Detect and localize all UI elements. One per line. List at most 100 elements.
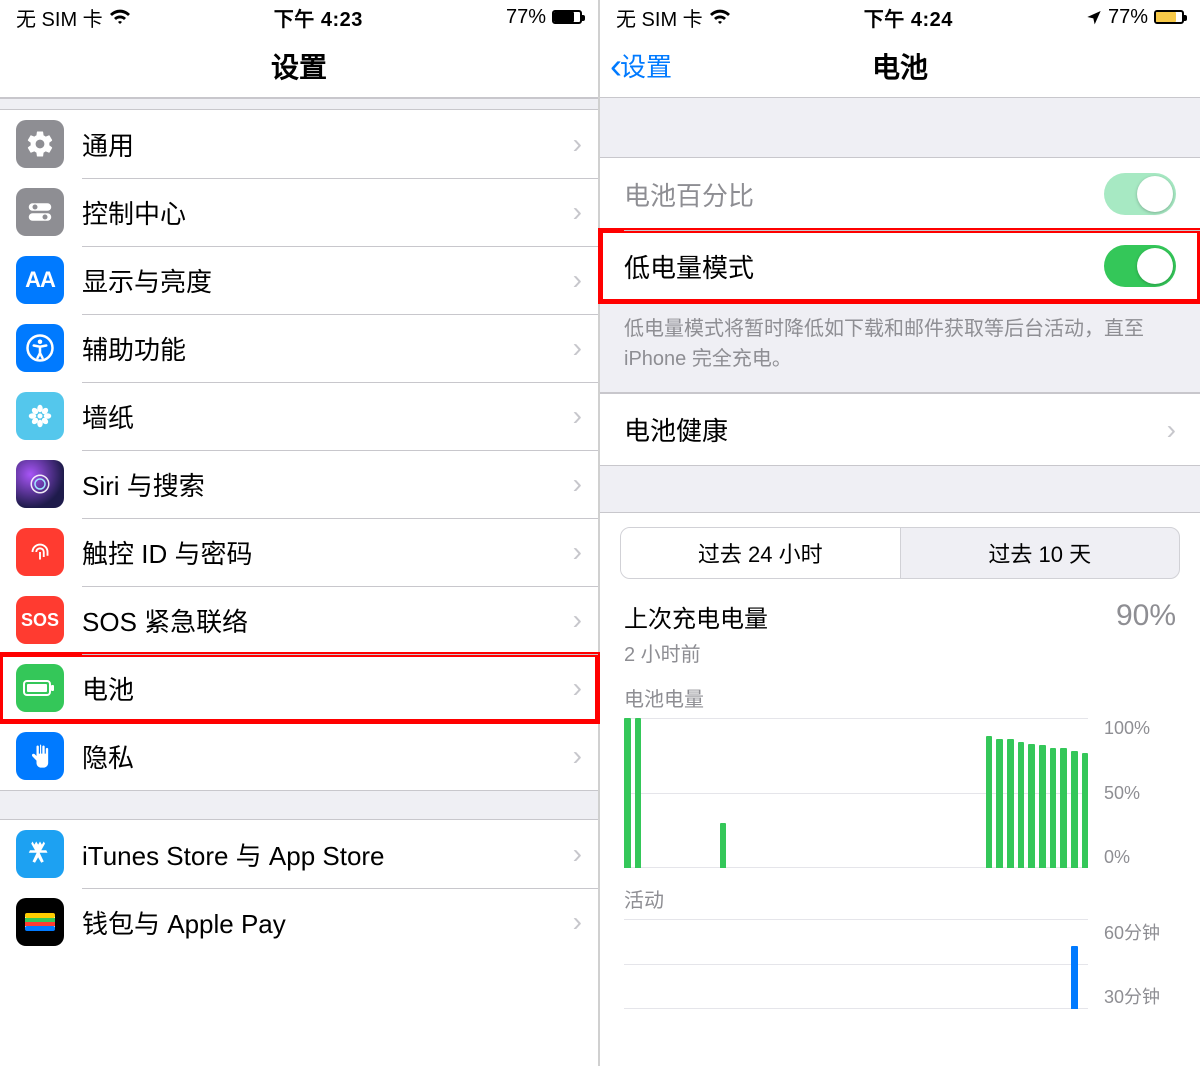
- back-button[interactable]: ‹ 设置: [610, 47, 672, 84]
- chevron-right-icon: ›: [573, 740, 582, 772]
- settings-screen: 无 SIM 卡 下午 4:23 77% 设置 通用 › 控制中心 ›: [0, 0, 600, 1066]
- gear-icon: [16, 120, 64, 168]
- row-battery-percent[interactable]: 电池百分比: [600, 158, 1200, 230]
- chevron-right-icon: ›: [1167, 414, 1176, 446]
- status-bar: 无 SIM 卡 下午 4:24 77%: [600, 0, 1200, 34]
- bar: [996, 739, 1003, 868]
- row-wallet[interactable]: 钱包与 Apple Pay ›: [0, 888, 598, 956]
- chevron-right-icon: ›: [573, 400, 582, 432]
- last-charge-row: 上次充电电量 2 小时前 90%: [600, 593, 1200, 677]
- ytick-50: 50%: [1104, 783, 1140, 804]
- toggle-icon: [16, 188, 64, 236]
- row-label: 显示与亮度: [82, 262, 573, 299]
- row-label: 触控 ID 与密码: [82, 534, 573, 571]
- bar: [1060, 748, 1067, 868]
- bar: [635, 718, 642, 868]
- ytick-100: 100%: [1104, 718, 1150, 739]
- row-display-brightness[interactable]: AA 显示与亮度 ›: [0, 246, 598, 314]
- low-power-switch[interactable]: [1104, 245, 1176, 287]
- ytick-0: 0%: [1104, 847, 1130, 868]
- bar: [1050, 748, 1057, 868]
- row-wallpaper[interactable]: 墙纸 ›: [0, 382, 598, 450]
- clock: 下午 4:24: [864, 3, 953, 32]
- battery-list: 电池百分比 低电量模式 低电量模式将暂时降低如下载和邮件获取等后台活动，直至 i…: [600, 98, 1200, 1019]
- row-label: 电池: [82, 670, 573, 707]
- wallet-icon: [16, 898, 64, 946]
- segment-last-24h[interactable]: 过去 24 小时: [621, 528, 900, 578]
- row-battery[interactable]: 电池 ›: [0, 654, 598, 722]
- row-label: 电池百分比: [624, 176, 1104, 213]
- location-icon: [1086, 9, 1102, 25]
- row-general[interactable]: 通用 ›: [0, 110, 598, 178]
- sos-icon: SOS: [16, 596, 64, 644]
- row-label: 辅助功能: [82, 330, 573, 367]
- row-siri[interactable]: Siri 与搜索 ›: [0, 450, 598, 518]
- bar: [1007, 739, 1014, 868]
- row-label: Siri 与搜索: [82, 466, 573, 503]
- row-label: 控制中心: [82, 194, 573, 231]
- row-battery-health[interactable]: 电池健康 ›: [600, 393, 1200, 465]
- fingerprint-icon: [16, 528, 64, 576]
- accessibility-icon: [16, 324, 64, 372]
- row-itunes-appstore[interactable]: iTunes Store 与 App Store ›: [0, 820, 598, 888]
- row-label: 墙纸: [82, 398, 573, 435]
- bar: [1039, 745, 1046, 868]
- bar: [1018, 742, 1025, 868]
- wifi-icon: [709, 9, 731, 25]
- battery-percent: 77%: [1108, 6, 1148, 29]
- battery-screen: 无 SIM 卡 下午 4:24 77% ‹ 设置 电池 电池百分比 低电量模式: [600, 0, 1200, 1066]
- row-label: 低电量模式: [624, 248, 1104, 285]
- row-label: 通用: [82, 126, 573, 163]
- battery-level-chart: 电池电量 100% 50% 0%: [600, 677, 1200, 878]
- last-charge-title: 上次充电电量: [624, 599, 768, 634]
- chevron-right-icon: ›: [573, 264, 582, 296]
- segment-last-10d[interactable]: 过去 10 天: [900, 528, 1180, 578]
- page-title: 电池: [872, 46, 928, 86]
- row-low-power-mode[interactable]: 低电量模式: [600, 230, 1200, 302]
- chevron-right-icon: ›: [573, 468, 582, 500]
- row-label: 隐私: [82, 738, 573, 775]
- bar: [720, 823, 727, 868]
- bar: [986, 736, 993, 868]
- bar: [1071, 751, 1078, 868]
- last-charge-time: 2 小时前: [624, 638, 768, 667]
- settings-list[interactable]: 通用 › 控制中心 › AA 显示与亮度 › 辅助功能 › 墙纸: [0, 98, 598, 956]
- siri-icon: [16, 460, 64, 508]
- clock: 下午 4:23: [274, 3, 363, 32]
- row-label: 电池健康: [624, 411, 1167, 448]
- chevron-right-icon: ›: [573, 332, 582, 364]
- battery-icon: [1154, 10, 1184, 24]
- row-touchid[interactable]: 触控 ID 与密码 ›: [0, 518, 598, 586]
- row-sos[interactable]: SOS SOS 紧急联络 ›: [0, 586, 598, 654]
- bar: [1071, 946, 1078, 1009]
- time-range-segmented[interactable]: 过去 24 小时 过去 10 天: [620, 527, 1180, 579]
- back-label: 设置: [620, 47, 672, 84]
- chevron-right-icon: ›: [573, 604, 582, 636]
- appstore-icon: [16, 830, 64, 878]
- chart-title: 电池电量: [624, 683, 1176, 712]
- bar: [624, 718, 631, 868]
- row-label: SOS 紧急联络: [82, 602, 573, 639]
- battery-icon: [552, 10, 582, 24]
- last-charge-value: 90%: [1116, 599, 1176, 633]
- status-bar: 无 SIM 卡 下午 4:23 77%: [0, 0, 598, 34]
- row-accessibility[interactable]: 辅助功能 ›: [0, 314, 598, 382]
- chevron-right-icon: ›: [573, 536, 582, 568]
- carrier-label: 无 SIM 卡: [616, 3, 703, 32]
- ytick-60: 60分钟: [1104, 919, 1160, 945]
- chevron-right-icon: ›: [573, 906, 582, 938]
- row-label: 钱包与 Apple Pay: [82, 904, 573, 941]
- battery-percent-switch[interactable]: [1104, 173, 1176, 215]
- chevron-right-icon: ›: [573, 196, 582, 228]
- battery-percent: 77%: [506, 6, 546, 29]
- chevron-right-icon: ›: [573, 672, 582, 704]
- text-size-icon: AA: [16, 256, 64, 304]
- bar: [1082, 753, 1089, 869]
- chart-title: 活动: [624, 884, 1176, 913]
- bar: [1028, 744, 1035, 869]
- nav-bar: 设置: [0, 34, 598, 98]
- row-control-center[interactable]: 控制中心 ›: [0, 178, 598, 246]
- chevron-right-icon: ›: [573, 128, 582, 160]
- chevron-right-icon: ›: [573, 838, 582, 870]
- row-privacy[interactable]: 隐私 ›: [0, 722, 598, 790]
